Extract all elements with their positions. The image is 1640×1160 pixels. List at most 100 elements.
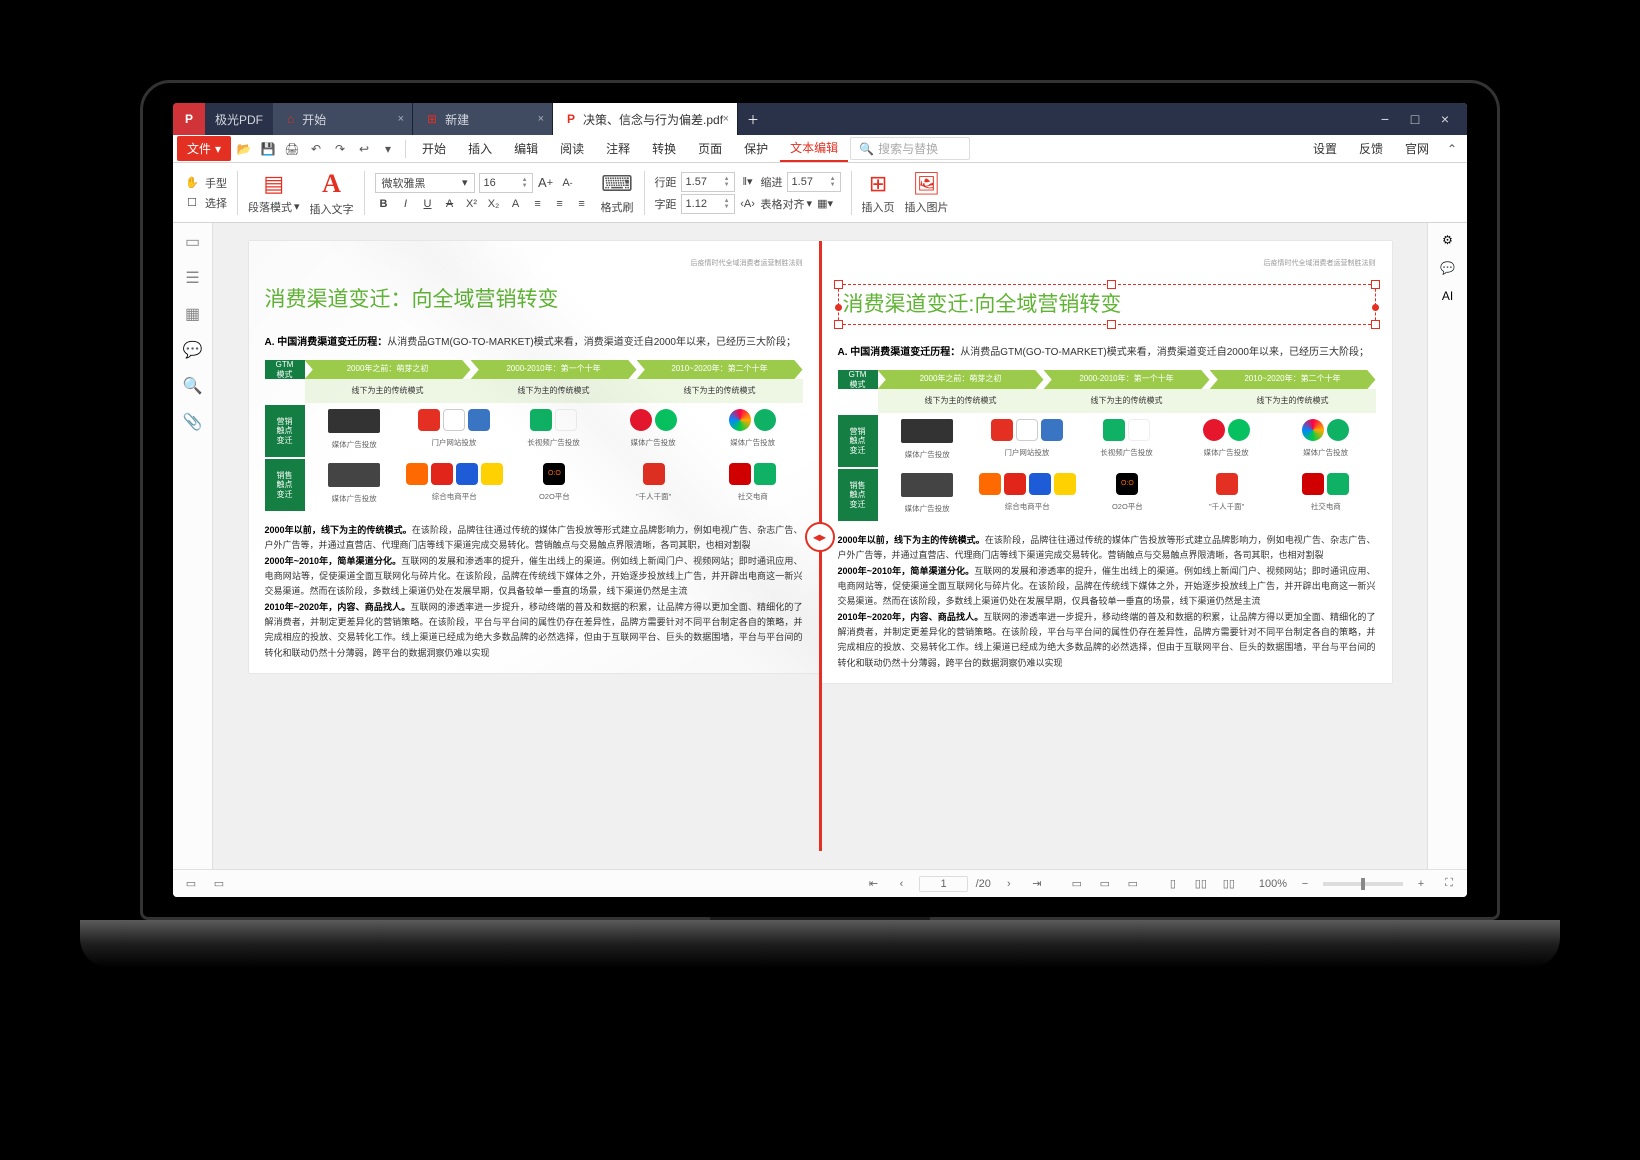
bold-button[interactable]: B [375,195,393,213]
fullscreen-button[interactable]: ⛶ [1439,874,1459,894]
line-height-icon[interactable]: ‖▾ [739,173,757,191]
page-layout2-icon[interactable]: ▭ [209,874,229,894]
zoom-slider[interactable] [1323,882,1403,886]
font-size-input[interactable]: 16▲▼ [479,173,533,193]
view-mode-icon[interactable]: ▭ [1123,874,1143,894]
menu-text-edit[interactable]: 文本编辑 [780,135,848,162]
divider-handle-icon[interactable]: ◂▸ [805,522,835,552]
menu-start[interactable]: 开始 [412,136,456,161]
view-mode-icon[interactable]: ▯▯ [1219,874,1239,894]
menu-annotate[interactable]: 注释 [596,136,640,161]
indent-input[interactable]: 1.57▲▼ [787,172,841,192]
first-page-button[interactable]: ⇤ [863,874,883,894]
comments-icon[interactable]: 💬 [182,339,204,361]
table-align-icon[interactable]: ▦▾ [816,195,834,213]
redo-icon[interactable]: ↷ [329,138,351,160]
menu-edit[interactable]: 编辑 [504,136,548,161]
subtitle[interactable]: A. 中国消费渠道变迁历程：从消费品GTM(GO-TO-MARKET)模式来看，… [838,345,1376,360]
char-space-input[interactable]: 1.12▲▼ [681,194,735,214]
menu-website[interactable]: 官网 [1395,136,1439,161]
zoom-in-button[interactable]: + [1411,874,1431,894]
table-align-label[interactable]: 表格对齐 ▾ [761,196,813,212]
prev-page-button[interactable]: ‹ [891,874,911,894]
menu-page[interactable]: 页面 [688,136,732,161]
search-input[interactable]: 🔍 搜索与替换 [850,137,970,160]
bookmarks-icon[interactable]: ▭ [182,231,204,253]
close-icon[interactable]: × [538,113,544,125]
undo-icon[interactable]: ↶ [305,138,327,160]
select-tool-icon[interactable]: ☐ [183,194,201,212]
close-icon[interactable]: × [723,113,729,125]
insert-text-icon[interactable]: A [322,169,341,199]
tab-new[interactable]: ⊞ 新建 × [413,103,553,135]
menu-insert[interactable]: 插入 [458,136,502,161]
tab-home[interactable]: ⌂ 开始 × [273,103,413,135]
paragraph-mode-icon[interactable]: ▤ [263,171,284,197]
close-button[interactable]: × [1433,109,1457,129]
zoom-level[interactable]: 100% [1259,878,1287,890]
add-tab-button[interactable]: ＋ [738,103,768,135]
format-brush-icon[interactable]: ⌨ [601,171,633,197]
body-text[interactable]: 2000年以前，线下为主的传统模式。在该阶段，品牌往往通过传统的媒体广告投放等形… [838,533,1376,671]
decrease-font-icon[interactable]: A- [559,174,577,192]
align-right-button[interactable]: ≡ [573,195,591,213]
document-canvas[interactable]: 后疫情时代全域消费者运营制胜法则 消费渠道变迁：向全域营销转变 A. 中国消费渠… [213,223,1427,869]
align-left-button[interactable]: ≡ [529,195,547,213]
page-number[interactable]: 1 [919,876,967,892]
align-center-button[interactable]: ≡ [551,195,569,213]
attachments-icon[interactable]: 📎 [182,411,204,433]
subscript-button[interactable]: X₂ [485,195,503,213]
view-mode-icon[interactable]: ▯ [1163,874,1183,894]
view-mode-icon[interactable]: ▯▯ [1191,874,1211,894]
line-height-input[interactable]: 1.57▲▼ [681,172,735,192]
increase-font-icon[interactable]: A+ [537,174,555,192]
insert-page-icon[interactable]: ⊞ [869,171,887,197]
font-family-select[interactable]: 微软雅黑▾ [375,173,475,193]
ai-panel-icon[interactable]: AI [1442,289,1453,303]
undo-stack-icon[interactable]: ↩ [353,138,375,160]
strike-button[interactable]: A [441,195,459,213]
para-mode-label[interactable]: 段落模式 ▾ [248,199,300,215]
body-text[interactable]: 2000年以前，线下为主的传统模式。在该阶段，品牌往往通过传统的媒体广告投放等形… [265,523,803,661]
subtitle[interactable]: A. 中国消费渠道变迁历程：从消费品GTM(GO-TO-MARKET)模式来看，… [265,335,803,350]
insert-image-icon[interactable]: 🖼 [913,171,941,197]
char-space-icon[interactable]: ‹A› [739,195,757,213]
print-icon[interactable]: 🖨 [281,138,303,160]
collapse-ribbon-icon[interactable]: ⌃ [1441,138,1463,160]
menu-convert[interactable]: 转换 [642,136,686,161]
thumbnails-icon[interactable]: ▦ [182,303,204,325]
menu-settings[interactable]: 设置 [1303,136,1347,161]
superscript-button[interactable]: X² [463,195,481,213]
save-icon[interactable]: 💾 [257,138,279,160]
chat-panel-icon[interactable]: 💬 [1440,261,1455,275]
menu-protect[interactable]: 保护 [734,136,778,161]
close-icon[interactable]: × [398,113,404,125]
compare-divider[interactable]: ◂▸ [819,241,822,851]
outline-icon[interactable]: ☰ [182,267,204,289]
menu-read[interactable]: 阅读 [550,136,594,161]
last-page-button[interactable]: ⇥ [1027,874,1047,894]
page-left[interactable]: 后疫情时代全域消费者运营制胜法则 消费渠道变迁：向全域营销转变 A. 中国消费渠… [249,241,819,673]
page-title[interactable]: 消费渠道变迁：向全域营销转变 [265,284,803,316]
page-right[interactable]: 后疫情时代全域消费者运营制胜法则 消费渠道变迁:向全域营销转变 A. 中国消费渠… [822,241,1392,683]
tab-document[interactable]: P 决策、信念与行为偏差.pdf × [553,103,738,135]
expand-icon[interactable]: ▾ [377,138,399,160]
titlebar: P 极光PDF ⌂ 开始 × ⊞ 新建 × P 决策、信念与行为 [173,103,1467,135]
font-color-button[interactable]: A [507,195,525,213]
zoom-out-button[interactable]: − [1295,874,1315,894]
italic-button[interactable]: I [397,195,415,213]
maximize-button[interactable]: □ [1403,109,1427,129]
minimize-button[interactable]: − [1373,109,1397,129]
file-menu[interactable]: 文件▾ [177,136,231,161]
underline-button[interactable]: U [419,195,437,213]
menu-feedback[interactable]: 反馈 [1349,136,1393,161]
view-mode-icon[interactable]: ▭ [1095,874,1115,894]
hand-tool-icon[interactable]: ✋ [183,174,201,192]
view-mode-icon[interactable]: ▭ [1067,874,1087,894]
page-title-editing[interactable]: 消费渠道变迁:向全域营销转变 [838,284,1376,326]
open-icon[interactable]: 📂 [233,138,255,160]
page-layout-icon[interactable]: ▭ [181,874,201,894]
slider-panel-icon[interactable]: ⚙ [1442,233,1453,247]
next-page-button[interactable]: › [999,874,1019,894]
search-panel-icon[interactable]: 🔍 [182,375,204,397]
